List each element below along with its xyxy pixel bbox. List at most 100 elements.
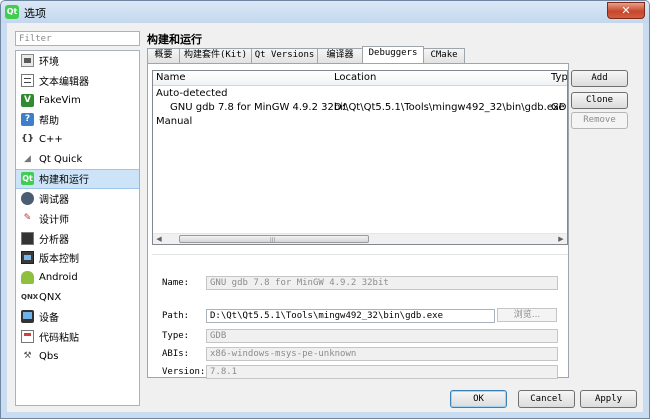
- build-run-icon: Qt: [21, 172, 34, 186]
- window-title: 选项: [24, 7, 46, 20]
- sidebar-item-label: 构建和运行: [39, 175, 89, 187]
- cpp-icon: {}: [21, 134, 34, 145]
- version-label: Version:: [162, 367, 206, 377]
- sidebar-item-label: 设计师: [39, 214, 69, 226]
- sidebar-item-qbs[interactable]: ⚒ Qbs: [16, 346, 139, 366]
- dialog-body: 环境 文本编辑器 V FakeVim ? 帮助 {} C++ ◢ Qt Quic…: [7, 23, 643, 412]
- cancel-button[interactable]: Cancel: [518, 390, 575, 408]
- browse-button[interactable]: 浏览...: [497, 308, 557, 322]
- sidebar-item-fakevim[interactable]: V FakeVim: [16, 90, 139, 110]
- sidebar-item-code-paste[interactable]: 代码粘贴: [16, 327, 139, 347]
- type-label: Type:: [162, 331, 190, 341]
- help-icon: ?: [21, 113, 34, 127]
- qt-logo-icon: Qt: [5, 5, 19, 19]
- sidebar-item-build-run[interactable]: Qt 构建和运行: [16, 169, 139, 189]
- fakevim-icon: V: [21, 93, 34, 107]
- close-button[interactable]: ✕: [607, 2, 645, 19]
- debugger-details: Name: GNU gdb 7.8 for MinGW 4.9.2 32bit …: [152, 254, 568, 379]
- scroll-right-icon[interactable]: ▶: [555, 234, 567, 244]
- group-label: Auto-detected: [156, 88, 228, 99]
- qbs-icon: ⚒: [23, 350, 32, 361]
- table-row[interactable]: GNU gdb 7.8 for MinGW 4.9.2 32bit D:\Qt\…: [153, 102, 567, 116]
- android-icon: [21, 270, 34, 284]
- code-paste-icon: [21, 329, 34, 343]
- sidebar-item-debugger[interactable]: 调试器: [16, 189, 139, 209]
- grip-icon: |||: [270, 237, 276, 243]
- qnx-icon: QNX: [21, 292, 39, 301]
- sidebar-item-label: 代码粘贴: [39, 332, 79, 344]
- qt-quick-icon: ◢: [24, 153, 31, 164]
- sidebar-item-label: 调试器: [39, 195, 69, 207]
- sidebar-item-devices[interactable]: 设备: [16, 307, 139, 327]
- sidebar-item-label: FakeVim: [39, 94, 81, 106]
- options-window: Qt 选项 ✕ 环境 文本编辑器 V FakeVim ? 帮助 {}: [0, 0, 650, 419]
- sidebar-item-qt-quick[interactable]: ◢ Qt Quick: [16, 149, 139, 169]
- text-editor-icon: [21, 74, 34, 88]
- sidebar-item-label: 环境: [39, 57, 59, 69]
- abis-field: x86-windows-msys-pe-unknown: [206, 347, 558, 361]
- ok-button[interactable]: OK: [450, 390, 507, 408]
- tab-cmake[interactable]: CMake: [423, 48, 465, 63]
- sidebar-item-label: 帮助: [39, 116, 59, 128]
- category-sidebar: 环境 文本编辑器 V FakeVim ? 帮助 {} C++ ◢ Qt Quic…: [15, 50, 140, 406]
- debugger-location: D:\Qt\Qt5.5.1\Tools\mingw492_32\bin\gdb.…: [334, 102, 565, 113]
- page-title: 构建和运行: [147, 33, 202, 46]
- filter-input[interactable]: [15, 31, 140, 46]
- path-field[interactable]: D:\Qt\Qt5.5.1\Tools\mingw492_32\bin\gdb.…: [206, 309, 495, 323]
- apply-button[interactable]: Apply: [580, 390, 637, 408]
- sidebar-item-designer[interactable]: ✎ 设计师: [16, 209, 139, 229]
- sidebar-item-label: Qt Quick: [39, 153, 83, 165]
- sidebar-item-label: Android: [39, 271, 78, 283]
- version-field: 7.8.1: [206, 365, 558, 379]
- tab-compilers[interactable]: 编译器: [317, 48, 363, 63]
- debugger-type: GDB: [551, 102, 567, 113]
- tab-bar: 概要 构建套件(Kit) Qt Versions 编译器 Debuggers C…: [147, 46, 465, 63]
- tree-group-auto-detected[interactable]: Auto-detected: [153, 88, 567, 102]
- analyzer-icon: [21, 231, 34, 245]
- designer-icon: ✎: [23, 212, 32, 223]
- column-header-location[interactable]: Location: [334, 72, 376, 83]
- sidebar-item-qnx[interactable]: QNX QNX: [16, 287, 139, 307]
- tree-header: Name Location Type: [153, 71, 567, 86]
- sidebar-item-label: C++: [39, 134, 63, 146]
- sidebar-item-label: 分析器: [39, 234, 69, 246]
- sidebar-item-environment[interactable]: 环境: [16, 51, 139, 71]
- path-label: Path:: [162, 311, 190, 321]
- sidebar-item-label: 设备: [39, 313, 59, 325]
- clone-button[interactable]: Clone: [571, 92, 628, 109]
- scroll-left-icon[interactable]: ◀: [153, 234, 165, 244]
- type-field: GDB: [206, 329, 558, 343]
- name-label: Name:: [162, 278, 190, 288]
- tab-overview[interactable]: 概要: [147, 48, 180, 63]
- scroll-thumb[interactable]: |||: [179, 235, 369, 243]
- remove-button[interactable]: Remove: [571, 112, 628, 129]
- column-header-type[interactable]: Type: [551, 72, 567, 83]
- tab-debuggers[interactable]: Debuggers: [362, 46, 424, 63]
- environment-icon: [21, 54, 34, 68]
- sidebar-item-cpp[interactable]: {} C++: [16, 130, 139, 150]
- debuggers-panel: Name Location Type Auto-detected GNU gdb…: [147, 63, 569, 379]
- sidebar-item-label: QNX: [39, 291, 62, 303]
- tab-qt-versions[interactable]: Qt Versions: [251, 48, 318, 63]
- sidebar-item-help[interactable]: ? 帮助: [16, 110, 139, 130]
- title-bar[interactable]: Qt 选项 ✕: [1, 1, 649, 23]
- sidebar-item-label: 文本编辑器: [39, 77, 89, 89]
- version-control-icon: [21, 251, 34, 265]
- abis-label: ABIs:: [162, 349, 190, 359]
- devices-icon: [21, 310, 34, 324]
- sidebar-item-label: 版本控制: [39, 254, 79, 266]
- horizontal-scrollbar[interactable]: ◀ ||| ▶: [153, 233, 567, 244]
- debugger-name: GNU gdb 7.8 for MinGW 4.9.2 32bit: [170, 102, 347, 113]
- sidebar-item-version-control[interactable]: 版本控制: [16, 248, 139, 268]
- sidebar-item-android[interactable]: Android: [16, 268, 139, 288]
- debugger-tree[interactable]: Name Location Type Auto-detected GNU gdb…: [152, 70, 568, 245]
- tree-group-manual[interactable]: Manual: [153, 116, 567, 130]
- debugger-icon: [21, 192, 34, 206]
- sidebar-item-text-editor[interactable]: 文本编辑器: [16, 71, 139, 91]
- add-button[interactable]: Add: [571, 70, 628, 87]
- tab-kits[interactable]: 构建套件(Kit): [179, 48, 252, 63]
- column-header-name[interactable]: Name: [156, 72, 186, 83]
- sidebar-item-label: Qbs: [39, 350, 59, 362]
- sidebar-item-analyzer[interactable]: 分析器: [16, 228, 139, 248]
- name-field[interactable]: GNU gdb 7.8 for MinGW 4.9.2 32bit: [206, 276, 558, 290]
